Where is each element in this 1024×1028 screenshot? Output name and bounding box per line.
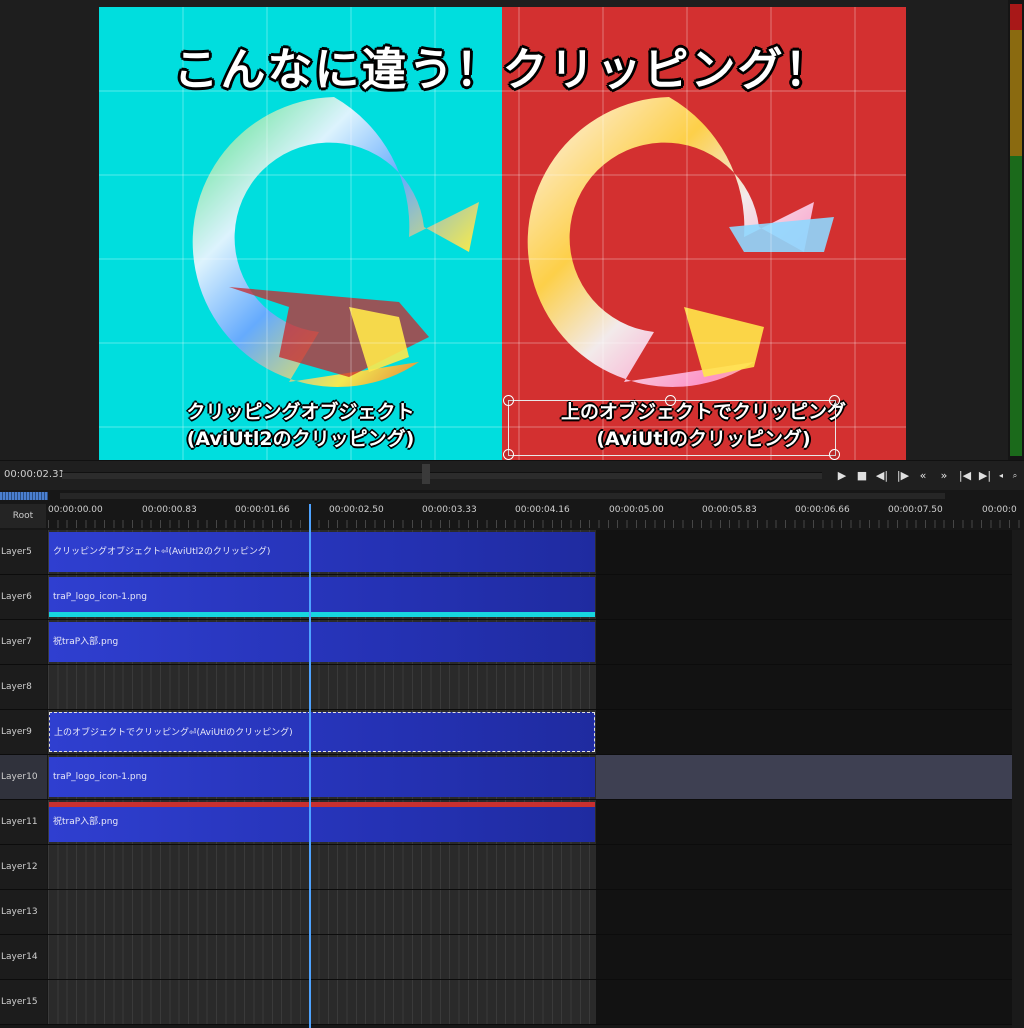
ruler-label: 00:00:01.66 <box>235 505 290 515</box>
layer-empty-area[interactable] <box>596 980 1012 1024</box>
timeline-clip[interactable]: traP_logo_icon-1.png <box>49 577 595 617</box>
ruler-label: 00:00:04.16 <box>515 505 570 515</box>
layer-empty-area[interactable] <box>596 620 1012 664</box>
prev-frame-icon[interactable]: ◀| <box>873 467 891 485</box>
timeline-panel: Root 00:00:00.00 00:00:00.83 00:00:01.66… <box>0 490 1024 1028</box>
logo-clipped-right <box>527 97 834 387</box>
ruler-label: 00:00:05.83 <box>702 505 757 515</box>
meter-red-segment <box>1010 4 1022 30</box>
layer-label[interactable]: Layer5 <box>0 530 47 574</box>
timeline-clip-selected[interactable]: 上のオブジェクトでクリッピング⏎(AviUtlのクリッピング) <box>49 712 595 752</box>
volume-icon[interactable]: ◂ <box>995 467 1007 485</box>
timeline-horizontal-scrollbar[interactable] <box>60 493 945 499</box>
go-start-icon[interactable]: |◀ <box>956 467 974 485</box>
meter-green-segment <box>1010 156 1022 456</box>
layer-label[interactable]: Layer6 <box>0 575 47 619</box>
layer-label[interactable]: Layer14 <box>0 935 47 979</box>
seek-knob[interactable] <box>422 464 430 484</box>
go-end-icon[interactable]: ▶| <box>976 467 994 485</box>
ruler-label: 00:00:03.33 <box>422 505 477 515</box>
layer-track[interactable] <box>48 980 596 1024</box>
seek-bar[interactable] <box>62 472 822 479</box>
layer-row-13: Layer13 <box>0 890 1012 935</box>
caption-left-line1: クリッピングオブジェクト <box>186 401 415 423</box>
timeline-clip[interactable]: 祝traP入部.png <box>49 802 595 842</box>
play-icon[interactable]: ▶ <box>833 467 851 485</box>
layer-label[interactable]: Layer11 <box>0 800 47 844</box>
layer-label[interactable]: Layer9 <box>0 710 47 754</box>
resize-handle-bottom-right[interactable] <box>829 449 840 460</box>
layer-track[interactable] <box>48 845 596 889</box>
layer-label[interactable]: Layer8 <box>0 665 47 709</box>
time-ruler[interactable]: 00:00:00.00 00:00:00.83 00:00:01.66 00:0… <box>48 502 1024 530</box>
caption-left: クリッピングオブジェクト (AviUtl2のクリッピング) <box>99 399 502 453</box>
ruler-label: 00:00:06.66 <box>795 505 850 515</box>
fast-forward-icon[interactable]: » <box>935 467 953 485</box>
layer-label[interactable]: Layer15 <box>0 980 47 1024</box>
layer-label[interactable]: Layer7 <box>0 620 47 664</box>
layer-empty-area[interactable] <box>596 755 1012 799</box>
layer-empty-area[interactable] <box>596 575 1012 619</box>
timeline-zoom-indicator[interactable] <box>0 492 48 500</box>
layer-row-7: Layer7 祝traP入部.png <box>0 620 1012 665</box>
preview-canvas[interactable]: こんなに違う！クリッピング！ クリッピングオブジェクト (AviUtl2のクリッ… <box>99 7 906 460</box>
layer-empty-area[interactable] <box>596 845 1012 889</box>
preview-title-text: こんなに違う！クリッピング！ <box>173 43 832 96</box>
timeline-vertical-scrollbar[interactable] <box>1012 530 1024 1028</box>
layer-row-14: Layer14 <box>0 935 1012 980</box>
caption-left-line2: (AviUtl2のクリッピング) <box>186 428 415 450</box>
ruler-label: 00:00:07.50 <box>888 505 943 515</box>
resize-handle-bottom-left[interactable] <box>503 449 514 460</box>
layer-empty-area[interactable] <box>596 890 1012 934</box>
ruler-label: 00:00:00.83 <box>142 505 197 515</box>
layer-track[interactable] <box>48 890 596 934</box>
transport-bar: 00:00:02.31 ▶ ■ ◀| |▶ « » |◀ ▶| ◂ ⌕ <box>0 460 1024 491</box>
layer-label[interactable]: Layer10 <box>0 755 47 799</box>
clip-clipping-indicator <box>49 612 595 617</box>
layer-track[interactable] <box>48 665 596 709</box>
clip-above-clipping-indicator <box>49 802 595 807</box>
next-frame-icon[interactable]: |▶ <box>894 467 912 485</box>
layer-row-5: Layer5 クリッピングオブジェクト⏎(AviUtl2のクリッピング) <box>0 530 1012 575</box>
stop-icon[interactable]: ■ <box>853 467 871 485</box>
anchor-handle-center[interactable] <box>665 395 676 406</box>
resize-handle-top-right[interactable] <box>829 395 840 406</box>
zoom-icon[interactable]: ⌕ <box>1008 467 1022 485</box>
layer-label[interactable]: Layer12 <box>0 845 47 889</box>
layer-empty-area[interactable] <box>596 665 1012 709</box>
ruler-ticks <box>48 520 1024 528</box>
resize-handle-top-left[interactable] <box>503 395 514 406</box>
layer-empty-area[interactable] <box>596 710 1012 754</box>
layer-row-12: Layer12 <box>0 845 1012 890</box>
ruler-label: 00:00:00.00 <box>48 505 103 515</box>
preview-panel: こんなに違う！クリッピング！ クリッピングオブジェクト (AviUtl2のクリッ… <box>0 0 1024 460</box>
logo-clipped-left <box>192 97 479 387</box>
timeline-clip[interactable]: 祝traP入部.png <box>49 622 595 662</box>
layer-track[interactable] <box>48 935 596 979</box>
rewind-icon[interactable]: « <box>914 467 932 485</box>
layer-row-8: Layer8 <box>0 665 1012 710</box>
current-time-display: 00:00:02.31 <box>4 469 65 480</box>
selection-bounding-box[interactable] <box>508 400 836 456</box>
layer-row-10: Layer10 traP_logo_icon-1.png <box>0 755 1012 800</box>
audio-level-meter <box>1008 0 1024 460</box>
layer-label[interactable]: Layer13 <box>0 890 47 934</box>
layer-empty-area[interactable] <box>596 530 1012 574</box>
meter-yellow-segment <box>1010 30 1022 156</box>
timeline-clip[interactable]: クリッピングオブジェクト⏎(AviUtl2のクリッピング) <box>49 532 595 572</box>
ruler-label: 00:00:0 <box>982 505 1017 515</box>
layer-empty-area[interactable] <box>596 935 1012 979</box>
timeline-clip[interactable]: traP_logo_icon-1.png <box>49 757 595 797</box>
layer-row-6: Layer6 traP_logo_icon-1.png <box>0 575 1012 620</box>
layer-row-9: Layer9 上のオブジェクトでクリッピング⏎(AviUtlのクリッピング) <box>0 710 1012 755</box>
ruler-label: 00:00:02.50 <box>329 505 384 515</box>
layer-empty-area[interactable] <box>596 800 1012 844</box>
root-scene-button[interactable]: Root <box>0 504 46 528</box>
layer-row-11: Layer11 祝traP入部.png <box>0 800 1012 845</box>
playhead-cursor[interactable] <box>309 504 311 1028</box>
layer-row-15: Layer15 <box>0 980 1012 1025</box>
ruler-label: 00:00:05.00 <box>609 505 664 515</box>
